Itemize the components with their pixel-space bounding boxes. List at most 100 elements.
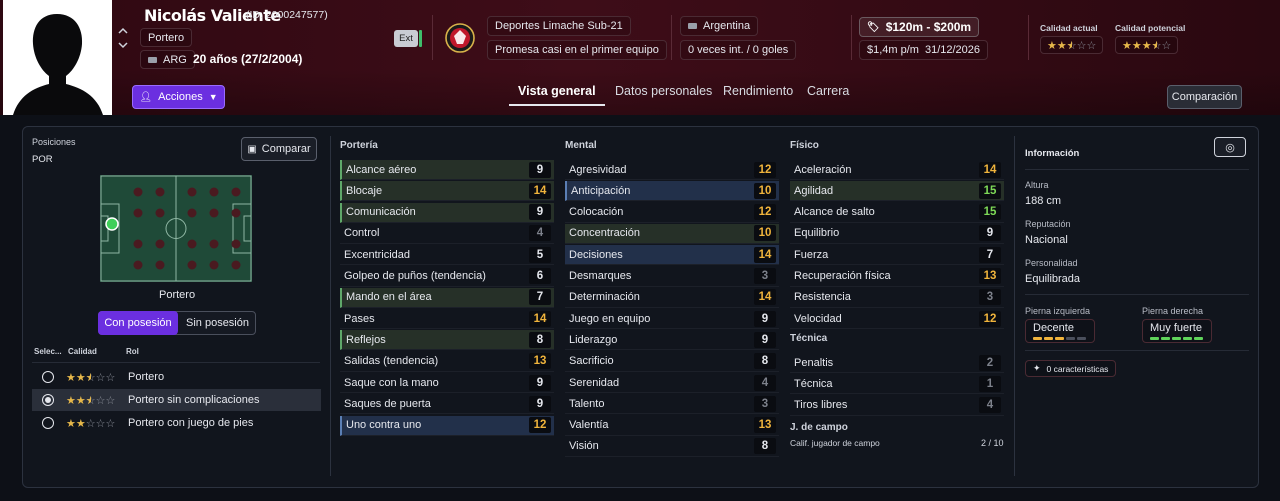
foot-level-segment <box>1066 337 1075 340</box>
pitch-position-dot <box>187 208 197 218</box>
section-jugador-campo: J. de campo <box>790 422 848 433</box>
role-row[interactable]: ★★☆★☆☆ Portero sin complicaciones <box>32 389 321 411</box>
role-radio[interactable] <box>42 417 54 429</box>
attribute-row[interactable]: Liderazgo 9 <box>565 330 779 351</box>
comparison-button[interactable]: Comparación <box>1167 85 1242 109</box>
foot-level-segment <box>1183 337 1192 340</box>
attribute-row[interactable]: Velocidad 12 <box>790 309 1004 330</box>
toggle-out-of-possession[interactable]: Sin posesión <box>179 311 256 335</box>
foot-level-segment <box>1150 337 1159 340</box>
tab-rendimiento[interactable]: Rendimiento <box>723 84 793 98</box>
foot-level-segment <box>1194 337 1203 340</box>
attribute-value: 14 <box>529 182 551 199</box>
attribute-name: Tiros libres <box>794 399 848 412</box>
attribute-row[interactable]: Decisiones 14 <box>565 245 779 266</box>
attribute-row[interactable]: Agilidad 15 <box>790 181 1004 202</box>
compare-button[interactable]: ▣ Comparar <box>241 137 317 161</box>
current-ability-label: Calidad actual <box>1040 23 1098 33</box>
attribute-row[interactable]: Blocaje 14 <box>340 181 554 202</box>
section-porteria: Portería <box>340 140 378 151</box>
pitch-position-dot <box>133 187 143 197</box>
club-name[interactable]: Deportes Limache Sub-21 <box>487 16 631 36</box>
attribute-name: Colocación <box>569 206 624 219</box>
pitch-diagram <box>100 175 252 282</box>
attribute-row[interactable]: Determinación 14 <box>565 288 779 308</box>
chevron-up-icon[interactable] <box>117 26 129 36</box>
attribute-row[interactable]: Pases 14 <box>340 309 554 330</box>
attribute-row[interactable]: Mando en el área 7 <box>340 287 554 308</box>
attribute-value: 1 <box>979 375 1001 392</box>
chevron-down-icon[interactable] <box>117 40 129 50</box>
role-radio[interactable] <box>42 371 54 383</box>
pitch-position-dot <box>133 260 143 270</box>
attribute-row[interactable]: Salidas (tendencia) 13 <box>340 352 554 372</box>
attribute-row[interactable]: Alcance aéreo 9 <box>340 160 554 180</box>
pitch-position-dot <box>231 239 241 249</box>
attribute-row[interactable]: Juego en equipo 9 <box>565 309 779 330</box>
attribute-row[interactable]: Talento 3 <box>565 394 779 415</box>
attribute-row[interactable]: Desmarques 3 <box>565 267 779 287</box>
role-row[interactable]: ★★☆★☆☆ Portero <box>32 366 321 388</box>
attribute-row[interactable]: Comunicación 9 <box>340 202 554 223</box>
attribute-row[interactable]: Sacrificio 8 <box>565 352 779 372</box>
attribute-value: 9 <box>529 395 551 412</box>
toggle-in-possession[interactable]: Con posesión <box>98 311 178 335</box>
attribute-row[interactable]: Uno contra uno 12 <box>340 415 554 436</box>
traits-badge[interactable]: ✦ 0 características <box>1025 360 1117 377</box>
attribute-row[interactable]: Colocación 12 <box>565 203 779 223</box>
attribute-name: Valentía <box>569 419 609 432</box>
tab-vista-general[interactable]: Vista general <box>518 84 596 98</box>
attribute-row[interactable]: Resistencia 3 <box>790 288 1004 308</box>
attribute-row[interactable]: Aceleración 14 <box>790 160 1004 180</box>
attribute-row[interactable]: Tiros libres 4 <box>790 396 1004 416</box>
attribute-row[interactable]: Golpeo de puños (tendencia) 6 <box>340 267 554 287</box>
tab-datos-personales[interactable]: Datos personales <box>615 84 712 98</box>
attribute-row[interactable]: Fuerza 7 <box>790 245 1004 266</box>
attribute-row[interactable]: Reflejos 8 <box>340 330 554 351</box>
positions-value: POR <box>32 154 53 165</box>
attribute-row[interactable]: Saques de puerta 9 <box>340 394 554 415</box>
role-stars: ★★☆☆☆ <box>66 417 116 430</box>
role-name: Portero sin complicaciones <box>128 394 260 406</box>
role-radio[interactable] <box>42 394 54 406</box>
attribute-name: Talento <box>569 397 605 410</box>
attribute-row[interactable]: Anticipación 10 <box>565 181 779 202</box>
actions-button[interactable]: 👤︎ Acciones ▼ <box>132 85 225 109</box>
foot-level-segment <box>1033 337 1042 340</box>
attribute-row[interactable]: Serenidad 4 <box>565 373 779 393</box>
left-foot-label: Pierna izquierda <box>1025 306 1091 316</box>
role-row[interactable]: ★★☆☆☆ Portero con juego de pies <box>32 412 321 434</box>
goalkeeper-position-dot[interactable] <box>105 217 119 231</box>
attribute-value: 14 <box>979 161 1001 178</box>
attribute-value: 8 <box>754 438 776 455</box>
attribute-name: Excentricidad <box>344 248 411 261</box>
attribute-row[interactable]: Valentía 13 <box>565 416 779 436</box>
attribute-row[interactable]: Excentricidad 5 <box>340 245 554 266</box>
active-tab-underline <box>509 104 605 106</box>
attribute-row[interactable]: Recuperación física 13 <box>790 267 1004 287</box>
role-stars: ★★☆★☆☆ <box>66 394 116 407</box>
attribute-value: 9 <box>979 225 1001 242</box>
attribute-row[interactable]: Visión 8 <box>565 437 779 457</box>
attribute-value: 10 <box>754 182 776 199</box>
attribute-row[interactable]: Penaltis 2 <box>790 353 1004 373</box>
attribute-row[interactable]: Concentración 10 <box>565 223 779 244</box>
attribute-row[interactable]: Control 4 <box>340 224 554 244</box>
role-stars: ★★☆★☆☆ <box>66 371 116 384</box>
attribute-row[interactable]: Equilibrio 9 <box>790 224 1004 244</box>
country-badge[interactable]: Argentina <box>680 16 759 36</box>
attribute-row[interactable]: Saque con la mano 9 <box>340 373 554 393</box>
pitch-position-dot <box>231 208 241 218</box>
attribute-value: 7 <box>979 246 1001 263</box>
attribute-name: Agresividad <box>569 163 627 176</box>
pitch-position-dot <box>133 239 143 249</box>
attribute-row[interactable]: Alcance de salto 15 <box>790 203 1004 223</box>
attribute-value: 4 <box>979 397 1001 414</box>
attribute-row[interactable]: Agresividad 12 <box>565 160 779 180</box>
pitch-position-dot <box>209 208 219 218</box>
info-settings-button[interactable]: ◎ <box>1214 137 1246 157</box>
left-foot-level <box>1033 337 1086 340</box>
attribute-row[interactable]: Técnica 1 <box>790 374 1004 395</box>
tab-carrera[interactable]: Carrera <box>807 84 849 98</box>
person-icon: 👤︎ <box>139 91 153 103</box>
